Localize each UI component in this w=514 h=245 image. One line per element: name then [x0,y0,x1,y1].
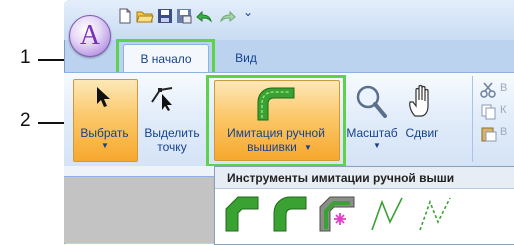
select-point-label-1: Выделить [144,126,200,140]
cut-label: В [500,82,508,94]
select-dropdown-icon: ▼ [101,141,109,150]
pan-hand-icon [407,84,435,123]
paste-icon[interactable] [480,126,498,147]
tools-dropdown-title: Инструменты имитации ручной выши [215,167,514,189]
cut-icon[interactable] [480,82,498,103]
redo-icon[interactable] [218,8,236,24]
select-point-label-2: точку [157,140,187,154]
fill-stitch-corner-icon[interactable] [224,195,260,238]
zoom-dropdown-icon: ▼ [373,141,381,150]
tab-view[interactable]: Вид [224,44,268,72]
qat-customize-icon[interactable]: ⌄ [243,5,253,19]
open-folder-icon[interactable] [136,8,154,24]
save-as-icon[interactable] [176,8,192,24]
ribbon-separator [472,76,473,162]
select-label: Выбрать [80,126,129,140]
highlight-frame-button [206,75,346,167]
paste-label: В [500,126,508,138]
undo-icon[interactable] [194,8,212,24]
select-point-icon [150,84,174,117]
fill-stitch-region-icon[interactable] [318,195,356,238]
copy-label: К [500,104,507,116]
running-stitch-icon[interactable] [370,196,404,237]
callout-number-2: 2 [20,110,31,131]
new-file-icon[interactable] [117,8,133,24]
application-button[interactable]: A [69,15,111,57]
callout-number-1: 1 [20,47,31,68]
zoom-icon [355,84,387,123]
save-icon[interactable] [157,8,173,24]
zoom-label[interactable]: Масштаб [344,126,400,140]
fill-stitch-curve-icon[interactable] [272,195,308,238]
dotted-stitch-icon[interactable] [418,196,452,237]
select-arrow-icon [95,86,113,113]
copy-icon[interactable] [480,104,498,125]
pan-label[interactable]: Сдвиг [402,126,442,140]
